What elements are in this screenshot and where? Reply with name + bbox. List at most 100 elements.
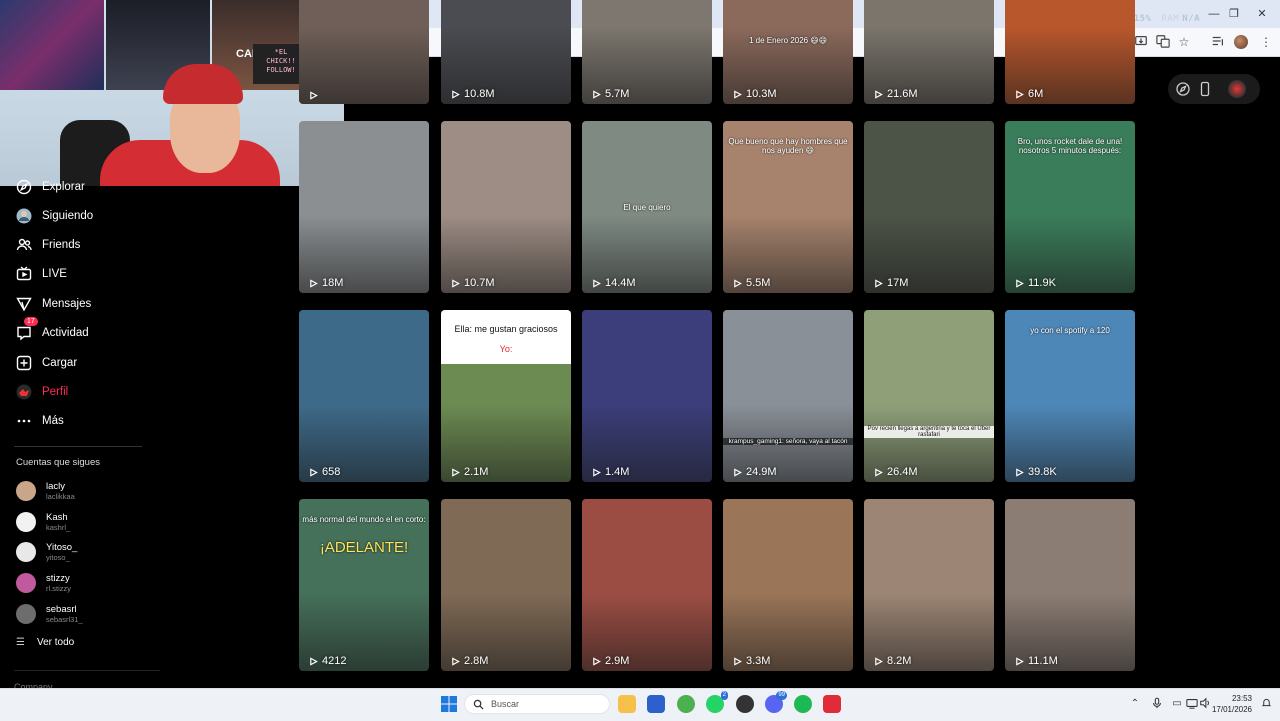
media-controls-icon[interactable] bbox=[1210, 34, 1226, 50]
clock-date[interactable]: 17/01/2026 bbox=[1206, 705, 1252, 714]
sidebar-item-m-s[interactable]: Más bbox=[14, 411, 64, 431]
view-count: 2.9M bbox=[592, 655, 629, 667]
red-app-icon[interactable] bbox=[823, 695, 841, 713]
perf-stat: RAM N/A bbox=[1161, 14, 1200, 24]
translate-icon[interactable] bbox=[1155, 34, 1171, 50]
video-tile[interactable]: Que bueno que hay hombres que nos ayuden… bbox=[723, 121, 853, 293]
video-tile[interactable]: Pov recién llegas a argentina y te toca … bbox=[864, 310, 994, 482]
bookmark-star-icon[interactable]: ☆ bbox=[1176, 34, 1192, 50]
display-icon[interactable]: ▭ bbox=[1170, 697, 1184, 711]
sidebar-item-live[interactable]: LIVE bbox=[14, 264, 67, 284]
video-tile[interactable]: 11.1M bbox=[1005, 499, 1135, 671]
video-tile[interactable]: yo con el spotify a 120 39.8K bbox=[1005, 310, 1135, 482]
video-tile[interactable]: Ella: me gustan graciosos Yo: 2.1M bbox=[441, 310, 571, 482]
app-icon[interactable] bbox=[736, 695, 754, 713]
view-count-value: 11.1M bbox=[1028, 655, 1058, 667]
sidebar-item-label: Cargar bbox=[42, 357, 78, 369]
taskbar-badge: 99 bbox=[776, 691, 787, 700]
video-caption: 1 de Enero 2026 😄😄 bbox=[748, 36, 828, 45]
followed-account[interactable]: sebasrl sebasrl31_ bbox=[16, 600, 83, 628]
microphone-icon[interactable] bbox=[1150, 697, 1164, 711]
browser-menu-icon[interactable]: ⋮ bbox=[1258, 34, 1274, 50]
sidebar-item-perfil[interactable]: Perfil bbox=[14, 382, 68, 402]
followed-account[interactable]: stizzy rl.stizzy bbox=[16, 569, 71, 597]
store-icon[interactable] bbox=[647, 695, 665, 713]
video-tile[interactable]: krampus_gaming1: señora, vaya al tacón 24… bbox=[723, 310, 853, 482]
video-tile[interactable]: 18M bbox=[299, 121, 429, 293]
video-tile[interactable]: 3.3M bbox=[723, 499, 853, 671]
video-tile[interactable]: 2.9M bbox=[582, 499, 712, 671]
sidebar-item-cargar[interactable]: Cargar bbox=[14, 353, 77, 373]
view-count: 21.6M bbox=[874, 88, 918, 100]
account-text: Kash kashrl_ bbox=[46, 512, 70, 532]
sidebar-item-explorar[interactable]: Explorar bbox=[14, 177, 85, 197]
sidebar-item-actividad[interactable]: 17 Actividad bbox=[14, 317, 89, 343]
video-tile[interactable]: Bro, unos rocket dale de una! nosotros 5… bbox=[1005, 121, 1135, 293]
followed-account[interactable]: Kash kashrl_ bbox=[16, 508, 70, 536]
video-tile[interactable]: 5.7M bbox=[582, 0, 712, 104]
sidebar-divider-bottom bbox=[14, 670, 160, 671]
view-count: 8.2M bbox=[874, 655, 911, 667]
play-icon bbox=[309, 656, 322, 666]
followed-account[interactable]: Yitoso_ yitoso_ bbox=[16, 538, 77, 566]
sidebar-item-friends[interactable]: Friends bbox=[14, 235, 80, 255]
play-icon bbox=[592, 89, 605, 99]
play-icon bbox=[1015, 89, 1028, 99]
video-tile[interactable]: 6M bbox=[1005, 0, 1135, 104]
whatsapp-icon[interactable]: 2 bbox=[706, 691, 728, 713]
sidebar-item-label: Friends bbox=[42, 239, 81, 251]
sidebar-item-label: Mensajes bbox=[42, 298, 92, 310]
view-count-value: 2.1M bbox=[464, 466, 489, 478]
view-count: 10.7M bbox=[451, 277, 495, 289]
clock-time[interactable]: 23:53 bbox=[1218, 694, 1252, 703]
view-count: 18M bbox=[309, 277, 343, 289]
file-explorer-icon[interactable] bbox=[618, 695, 636, 713]
see-all-link[interactable]: ☰ Ver todo bbox=[16, 637, 74, 648]
play-icon bbox=[733, 89, 746, 99]
taskbar-search[interactable]: Buscar bbox=[464, 694, 610, 714]
close-window-button[interactable]: ✕ bbox=[1252, 6, 1272, 22]
followed-account[interactable]: lacly laclikkaa bbox=[16, 477, 75, 505]
video-tile[interactable]: más normal del mundo el en corto: ¡ADELAN… bbox=[299, 499, 429, 671]
search-icon bbox=[473, 699, 484, 710]
sidebar-item-siguiendo[interactable]: Siguiendo bbox=[14, 206, 93, 226]
video-tile[interactable]: 1 de Enero 2026 😄😄 10.3M bbox=[723, 0, 853, 104]
network-icon[interactable] bbox=[1185, 697, 1199, 711]
profile-action-avatar[interactable] bbox=[1228, 80, 1246, 98]
view-count-value: 5.7M bbox=[605, 88, 630, 100]
view-count: 4212 bbox=[309, 655, 346, 667]
notifications-bell-icon[interactable] bbox=[1259, 697, 1273, 711]
chrome-icon[interactable] bbox=[677, 695, 695, 713]
maximize-button[interactable]: ❐ bbox=[1224, 6, 1244, 22]
video-tile[interactable]: 10.7M bbox=[441, 121, 571, 293]
windows-start-icon[interactable] bbox=[441, 696, 457, 712]
view-count-value: 6M bbox=[1028, 88, 1044, 100]
video-tile[interactable]: 1.4M bbox=[582, 310, 712, 482]
video-tile[interactable]: 17M bbox=[864, 121, 994, 293]
video-caption: yo con el spotify a 120 bbox=[1030, 326, 1110, 335]
compass-action-icon[interactable] bbox=[1175, 81, 1191, 97]
phone-action-icon[interactable] bbox=[1197, 81, 1213, 97]
video-caption-secondary: Yo: bbox=[499, 344, 513, 354]
video-tile[interactable] bbox=[299, 0, 429, 104]
sidebar-item-label: Más bbox=[42, 415, 64, 427]
video-tile[interactable]: 2.8M bbox=[441, 499, 571, 671]
avatar bbox=[16, 604, 36, 624]
view-count-value: 17M bbox=[887, 277, 909, 289]
video-tile[interactable]: 658 bbox=[299, 310, 429, 482]
view-count: 10.3M bbox=[733, 88, 777, 100]
discord-icon[interactable]: 99 bbox=[765, 691, 787, 713]
video-tile[interactable]: 10.8M bbox=[441, 0, 571, 104]
view-count-value: 39.8K bbox=[1028, 466, 1057, 478]
video-tile[interactable]: El que quiero 14.4M bbox=[582, 121, 712, 293]
play-icon bbox=[309, 91, 322, 100]
video-tile[interactable]: 21.6M bbox=[864, 0, 994, 104]
install-app-icon[interactable] bbox=[1133, 34, 1149, 50]
show-hidden-icons-icon[interactable]: ⌃ bbox=[1128, 697, 1142, 711]
sidebar-item-mensajes[interactable]: Mensajes bbox=[14, 294, 91, 314]
minimize-button[interactable]: — bbox=[1204, 6, 1224, 22]
spotify-icon[interactable] bbox=[794, 695, 812, 713]
video-tile[interactable]: 8.2M bbox=[864, 499, 994, 671]
video-caption: krampus_gaming1: señora, vaya al tacón bbox=[723, 438, 853, 445]
browser-profile-avatar[interactable] bbox=[1234, 35, 1248, 49]
